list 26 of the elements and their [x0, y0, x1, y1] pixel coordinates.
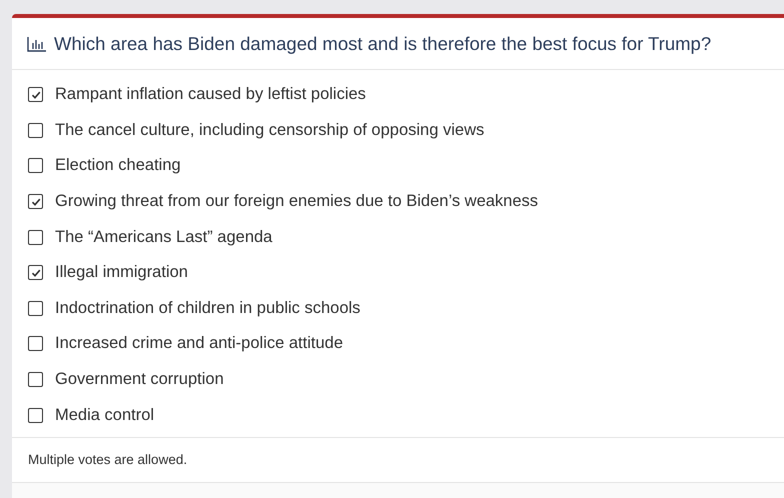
option-label[interactable]: Indoctrination of children in public schools — [55, 298, 360, 318]
checkbox[interactable] — [28, 408, 43, 423]
option-label[interactable]: Election cheating — [55, 156, 181, 176]
bar-chart-icon — [27, 36, 47, 52]
check-mark-icon — [30, 196, 42, 208]
option-label[interactable]: Rampant inflation caused by leftist policies — [55, 85, 366, 104]
check-mark-icon — [30, 266, 42, 279]
checkbox[interactable] — [28, 230, 43, 245]
option-label[interactable]: Government corruption — [55, 370, 224, 390]
checkbox[interactable] — [28, 122, 43, 138]
checkbox[interactable] — [28, 194, 43, 210]
checkbox[interactable] — [28, 87, 43, 102]
option-label[interactable]: Media control — [55, 406, 154, 425]
option-label[interactable]: Growing threat from our foreign enemies due to Biden’s weakness — [55, 192, 538, 212]
checkbox[interactable] — [28, 265, 43, 280]
check-mark-icon — [30, 88, 42, 101]
checkbox[interactable] — [28, 372, 43, 388]
checkbox[interactable] — [28, 158, 43, 174]
option-label[interactable]: The “Americans Last” agenda — [55, 228, 272, 247]
checkbox[interactable] — [28, 300, 43, 316]
option-label[interactable]: Illegal immigration — [55, 263, 188, 282]
poll-note: Multiple votes are allowed. — [28, 452, 188, 468]
option-label[interactable]: The cancel culture, including censorship of opposing views — [55, 120, 484, 140]
poll-question: Which area has Biden damaged most and is therefore the best focus for Trump? — [54, 32, 712, 54]
option-label[interactable]: Increased crime and anti-police attitude — [55, 334, 343, 354]
checkbox[interactable] — [28, 336, 43, 352]
